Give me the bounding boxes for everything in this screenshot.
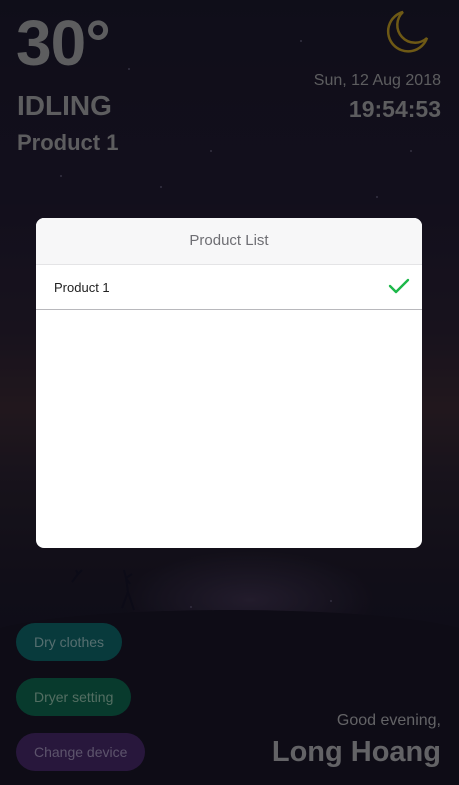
product-list-dialog: Product List Product 1: [36, 218, 422, 548]
check-icon: [388, 278, 410, 294]
product-list-item[interactable]: Product 1: [36, 265, 422, 310]
dialog-title: Product List: [36, 218, 422, 265]
product-list-item-label: Product 1: [54, 280, 110, 295]
